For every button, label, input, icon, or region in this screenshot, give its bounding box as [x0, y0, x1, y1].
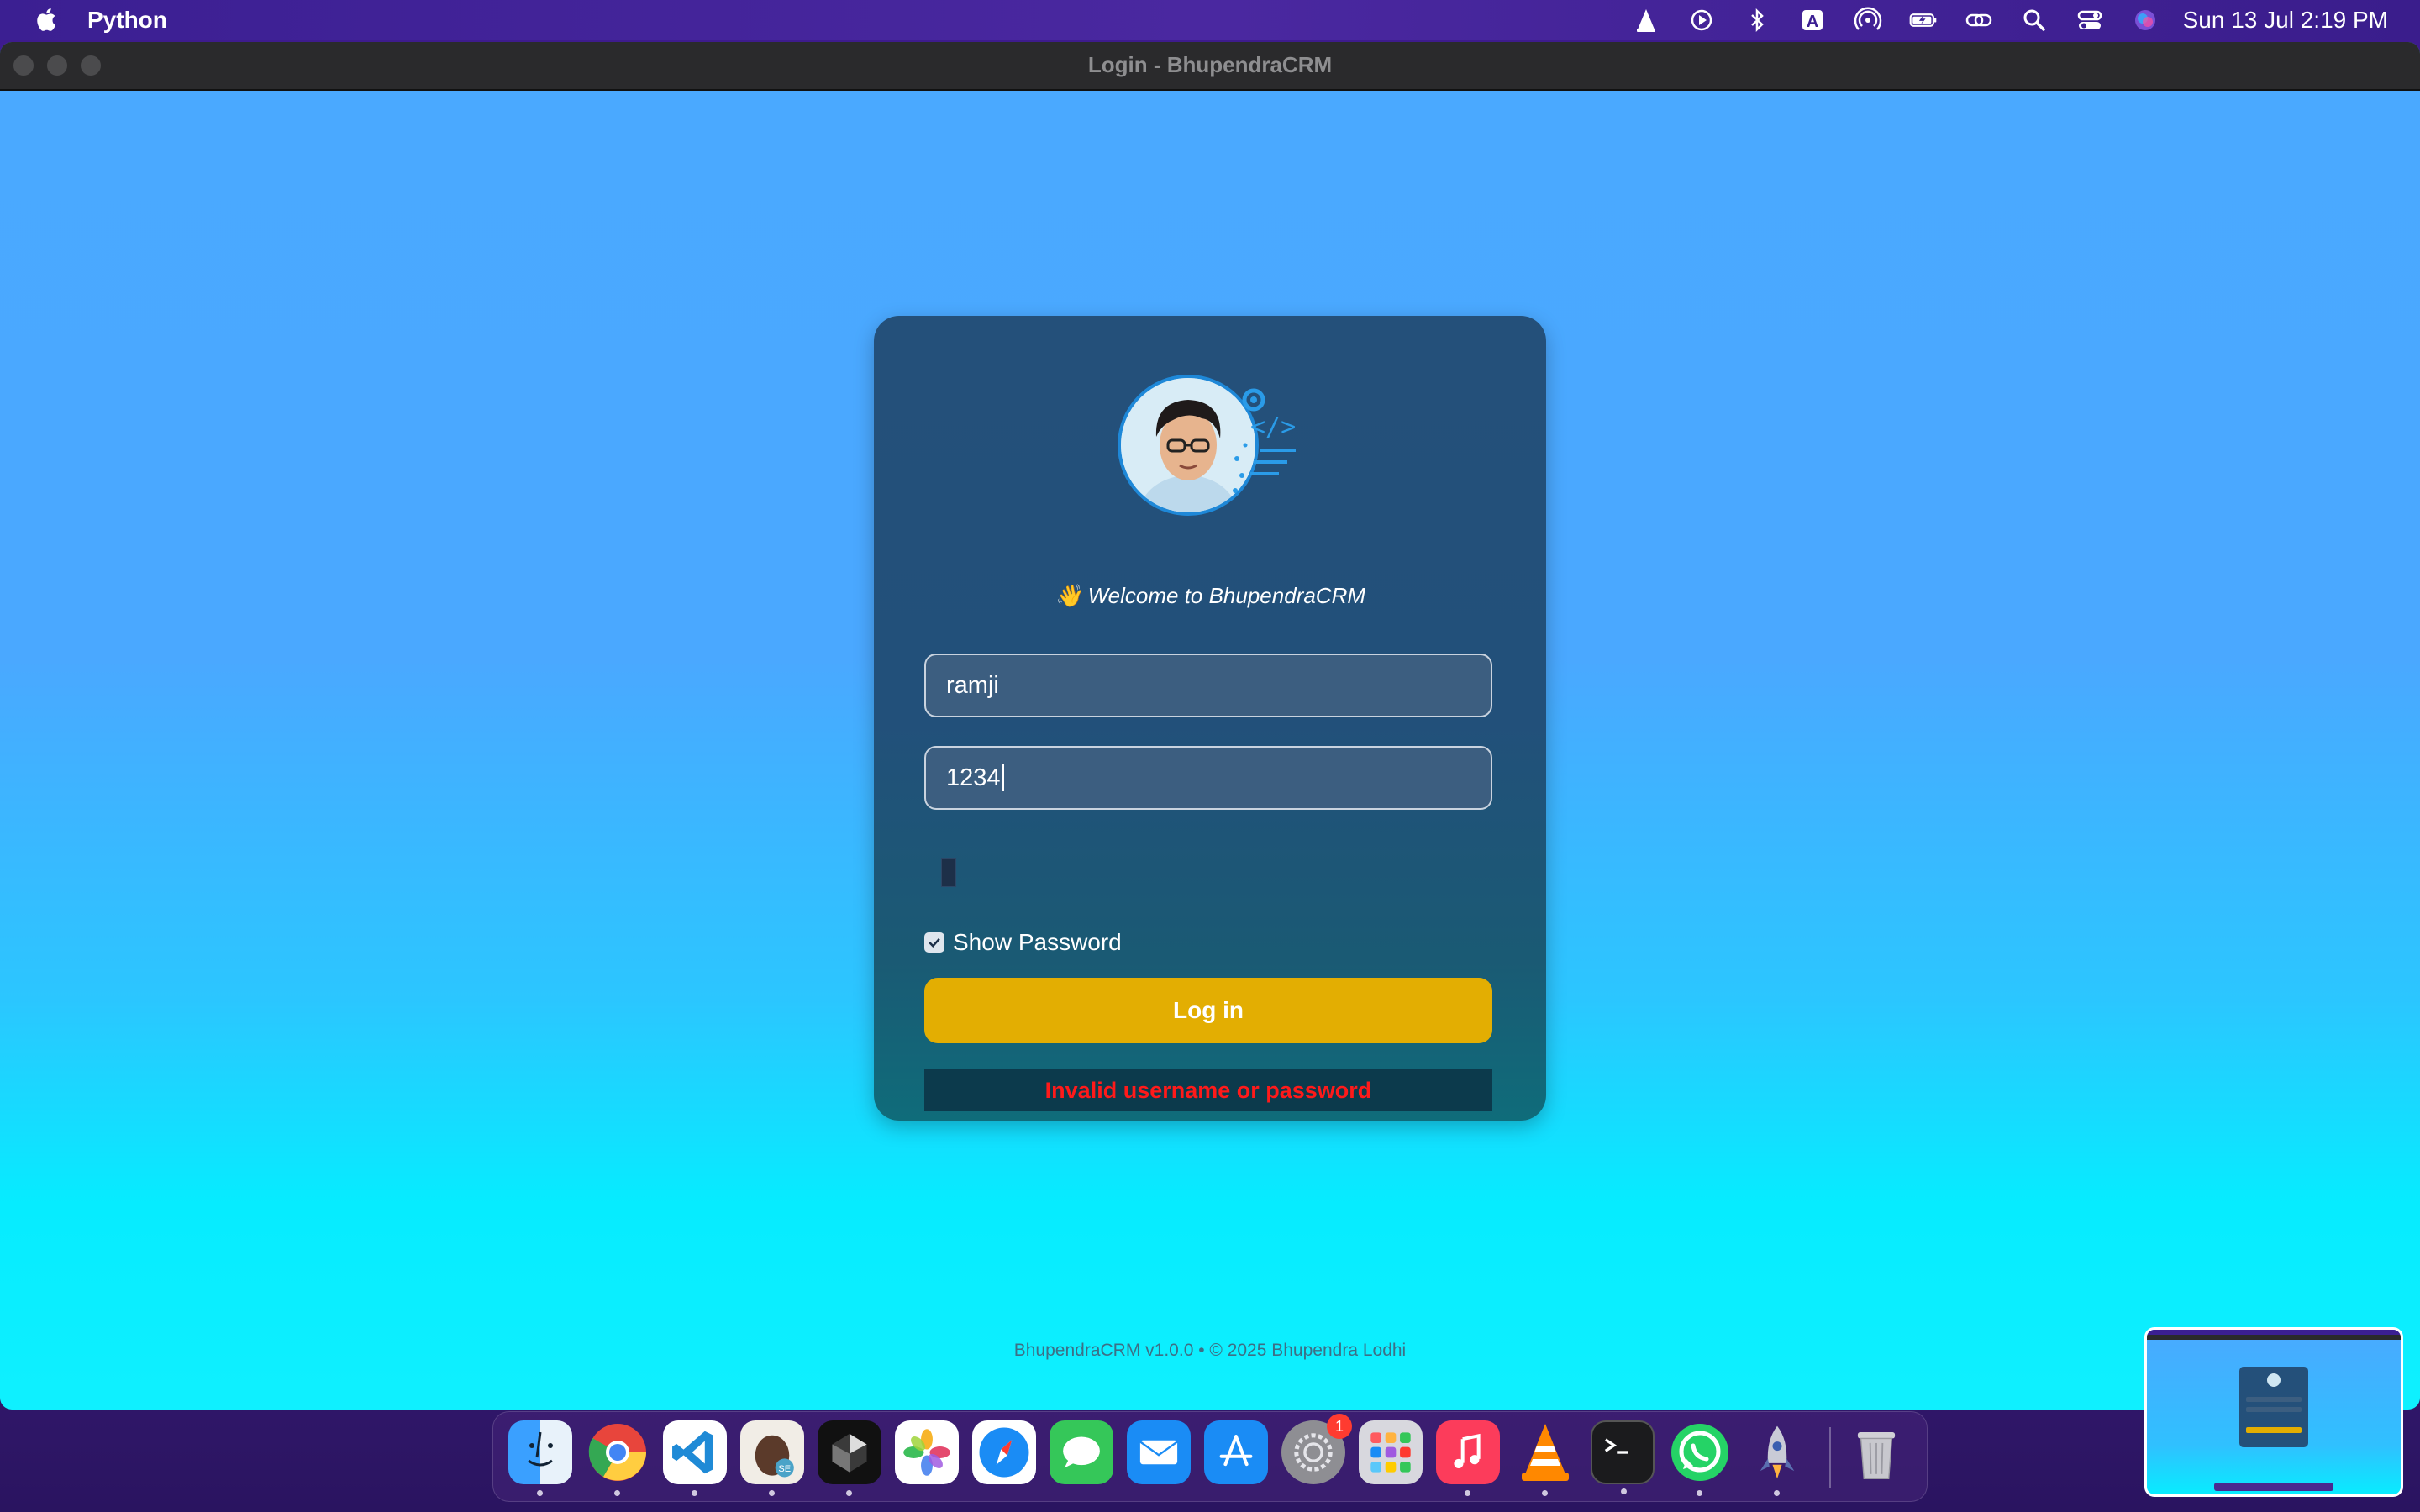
input-source-icon[interactable]: A — [1785, 0, 1840, 40]
running-indicator — [1774, 1490, 1780, 1496]
running-indicator — [1697, 1490, 1702, 1496]
svg-text:A: A — [1806, 13, 1818, 31]
notification-badge: 1 — [1327, 1414, 1352, 1439]
vscode-icon[interactable] — [663, 1420, 727, 1496]
finder-icon[interactable] — [508, 1420, 572, 1496]
running-indicator — [769, 1490, 775, 1496]
svg-text:</>: </> — [1250, 412, 1296, 442]
running-indicator — [846, 1490, 852, 1496]
small-widget — [941, 858, 956, 887]
menubar-clock[interactable]: Sun 13 Jul 2:19 PM — [2183, 7, 2388, 34]
running-indicator — [692, 1490, 697, 1496]
running-indicator — [1542, 1490, 1548, 1496]
link-icon[interactable] — [1951, 0, 2007, 40]
dock: SE 1 — [492, 1411, 1928, 1502]
siri-icon[interactable] — [2118, 0, 2173, 40]
running-indicator — [537, 1490, 543, 1496]
window-title: Login - BhupendraCRM — [1087, 52, 1333, 77]
vlc-app-icon[interactable] — [1513, 1420, 1577, 1496]
mail-icon[interactable] — [1127, 1420, 1191, 1484]
check-icon — [929, 937, 940, 948]
running-indicator — [1621, 1488, 1627, 1494]
app-store-icon[interactable] — [1204, 1420, 1268, 1484]
trash-icon[interactable] — [1844, 1420, 1908, 1484]
thumbnail-preview — [2147, 1330, 2401, 1491]
active-app-name[interactable]: Python — [87, 7, 167, 34]
footer-text: BhupendraCRM v1.0.0 • © 2025 Bhupendra L… — [1013, 1341, 1407, 1360]
chrome-icon[interactable] — [586, 1420, 650, 1496]
apple-menu-icon[interactable] — [32, 5, 57, 34]
safari-icon[interactable] — [972, 1420, 1036, 1484]
login-card: </> 👋 Welcome to BhupendraCRM ramji 1234… — [874, 316, 1546, 1121]
text-caret — [1002, 764, 1004, 791]
play-circle-icon[interactable] — [1674, 0, 1729, 40]
terminal-icon[interactable] — [1591, 1420, 1655, 1494]
error-message: Invalid username or password — [924, 1069, 1492, 1111]
dock-separator — [1829, 1427, 1831, 1488]
messages-icon[interactable] — [1050, 1420, 1113, 1484]
airdrop-icon[interactable] — [1840, 0, 1896, 40]
show-password-toggle[interactable]: Show Password — [924, 929, 1122, 956]
svg-text:SE: SE — [778, 1464, 791, 1474]
photos-icon[interactable] — [895, 1420, 959, 1484]
sequel-ace-icon[interactable]: SE — [740, 1420, 804, 1496]
welcome-text: 👋 Welcome to BhupendraCRM — [1054, 583, 1366, 608]
username-value: ramji — [946, 671, 999, 699]
code-gear-icon: </> — [1233, 388, 1296, 493]
status-area: A Sun 13 Jul 2:19 PM — [1618, 0, 2388, 40]
whatsapp-icon[interactable] — [1668, 1420, 1732, 1496]
battery-icon[interactable] — [1896, 0, 1951, 40]
running-indicator — [614, 1490, 620, 1496]
avatar-logo: </> — [1118, 375, 1302, 517]
login-button[interactable]: Log in — [924, 978, 1492, 1043]
menubar: Python A Sun 13 Jul 2:19 PM — [0, 0, 2420, 40]
password-field[interactable]: 1234 — [924, 746, 1492, 810]
app-window: Login - BhupendraCRM </> 👋 Welcome to Bh… — [0, 42, 2420, 1410]
window-titlebar[interactable]: Login - BhupendraCRM — [0, 42, 2420, 91]
rocket-icon[interactable] — [1745, 1420, 1809, 1496]
bluetooth-icon[interactable] — [1729, 0, 1785, 40]
launchpad-icon[interactable] — [1359, 1420, 1423, 1484]
search-icon[interactable] — [2007, 0, 2062, 40]
music-icon[interactable] — [1436, 1420, 1500, 1496]
running-indicator — [1465, 1490, 1470, 1496]
system-settings-icon[interactable]: 1 — [1281, 1414, 1352, 1484]
cursor-icon[interactable] — [818, 1420, 881, 1496]
screenshot-thumbnail[interactable] — [2144, 1327, 2403, 1497]
show-password-checkbox[interactable] — [924, 932, 944, 953]
control-center-icon[interactable] — [2062, 0, 2118, 40]
password-value: 1234 — [946, 764, 1001, 791]
vlc-icon[interactable] — [1618, 0, 1674, 40]
username-field[interactable]: ramji — [924, 654, 1492, 717]
show-password-label: Show Password — [953, 929, 1122, 955]
